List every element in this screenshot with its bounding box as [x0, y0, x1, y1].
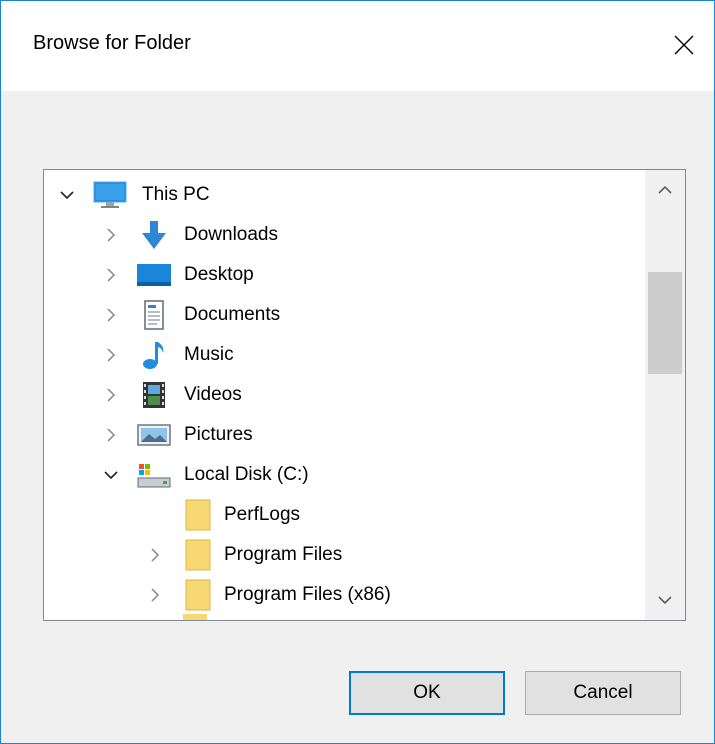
chevron-right-icon[interactable]: [102, 386, 120, 404]
chevron-right-icon[interactable]: [102, 306, 120, 324]
chevron-down-icon[interactable]: [58, 186, 76, 204]
ok-button[interactable]: OK: [349, 671, 505, 715]
chevron-right-icon[interactable]: [102, 346, 120, 364]
monitor-icon: [92, 178, 128, 212]
tree-item-desktop[interactable]: Desktop: [44, 256, 644, 294]
chevron-right-icon[interactable]: [102, 266, 120, 284]
chevron-up-icon: [658, 185, 672, 194]
tree-item-label: Videos: [184, 384, 242, 405]
vertical-scrollbar[interactable]: [645, 170, 685, 620]
chevron-down-icon: [658, 596, 672, 605]
tree-item-label: Program Files: [224, 544, 343, 565]
download-arrow-icon: [136, 218, 172, 252]
close-button[interactable]: [654, 19, 714, 71]
folder-icon: [180, 498, 216, 532]
scroll-up-button[interactable]: [645, 170, 685, 210]
chevron-right-icon[interactable]: [102, 226, 120, 244]
scroll-down-button[interactable]: [645, 580, 685, 620]
film-icon: [136, 378, 172, 412]
tree-item-program-files[interactable]: Program Files: [44, 536, 644, 574]
tree-item-label: This PC: [142, 184, 210, 205]
tree-item-program-files-x86[interactable]: Program Files (x86): [44, 576, 644, 614]
music-note-icon: [136, 338, 172, 372]
chevron-right-icon[interactable]: [146, 546, 164, 564]
tree-item-local-disk[interactable]: Local Disk (C:): [44, 456, 644, 494]
close-icon: [674, 35, 694, 55]
cancel-button[interactable]: Cancel: [525, 671, 681, 715]
browse-for-folder-dialog: Browse for Folder This PC Downloads Desk…: [0, 0, 715, 744]
tree-item-label: Music: [184, 344, 234, 365]
chevron-right-icon[interactable]: [146, 586, 164, 604]
title-bar[interactable]: Browse for Folder: [1, 1, 714, 91]
tree-item-documents[interactable]: Documents: [44, 296, 644, 334]
tree-item-label: Pictures: [184, 424, 253, 445]
chevron-down-icon[interactable]: [102, 466, 120, 484]
dialog-title: Browse for Folder: [33, 32, 191, 54]
tree-item-perflogs[interactable]: PerfLogs: [44, 496, 644, 534]
scroll-thumb[interactable]: [648, 272, 682, 374]
desktop-icon: [136, 258, 172, 292]
tree-item-label: Downloads: [184, 224, 278, 245]
tree-item-this-pc[interactable]: This PC: [44, 176, 644, 214]
folder-icon: [183, 614, 207, 620]
tree-item-downloads[interactable]: Downloads: [44, 216, 644, 254]
tree-item-label: Documents: [184, 304, 281, 325]
folder-icon: [180, 538, 216, 572]
tree-item-videos[interactable]: Videos: [44, 376, 644, 414]
chevron-right-icon[interactable]: [102, 426, 120, 444]
tree-item-label: Program Files (x86): [224, 584, 391, 605]
folder-icon: [180, 578, 216, 612]
tree-item-label: Desktop: [184, 264, 254, 285]
drive-icon: [136, 458, 172, 492]
tree-item-pictures[interactable]: Pictures: [44, 416, 644, 454]
tree-item-music[interactable]: Music: [44, 336, 644, 374]
folder-tree[interactable]: This PC Downloads Desktop Documents Musi…: [43, 169, 686, 621]
document-icon: [136, 298, 172, 332]
tree-item-label: Local Disk (C:): [184, 464, 309, 485]
tree-item-label: PerfLogs: [224, 504, 301, 525]
picture-icon: [136, 418, 172, 452]
